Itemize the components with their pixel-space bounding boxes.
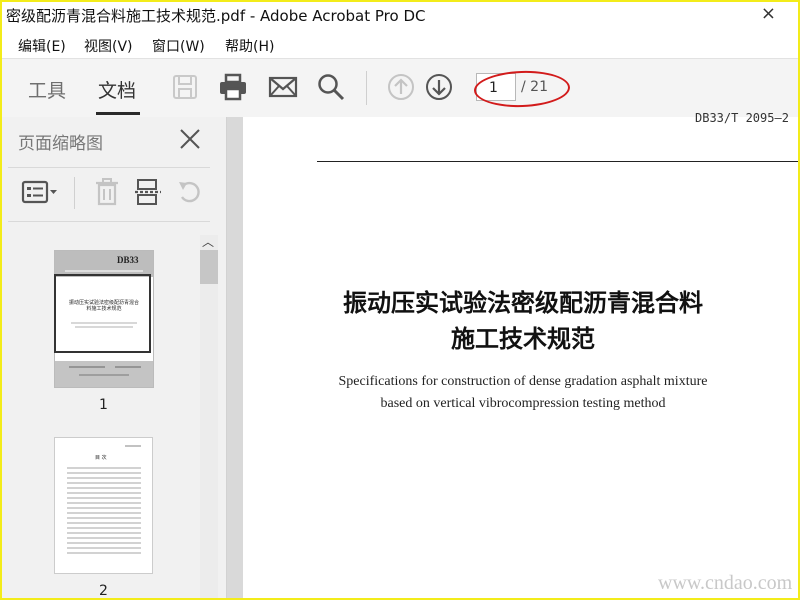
document-title-line-1: 振动压实试验法密级配沥青混合料 <box>343 289 703 317</box>
panel-separator <box>8 221 210 222</box>
thumbnail-options-icon[interactable] <box>20 177 60 207</box>
search-icon[interactable] <box>315 71 347 103</box>
active-tab-indicator <box>96 112 140 115</box>
menu-view[interactable]: 视图(V) <box>84 36 133 56</box>
scroll-up-icon[interactable]: ︿ <box>202 233 214 250</box>
window-close-button[interactable]: × <box>761 3 776 24</box>
document-subtitle-line-2: based on vertical vibrocompression testi… <box>380 396 666 411</box>
thumbnail-label-2: 2 <box>99 583 108 598</box>
document-title-line-2: 施工技术规范 <box>451 325 595 353</box>
document-view: DB33/T 2095—2 振动压实试验法密级配沥青混合料 施工技术规范 Spe… <box>227 111 798 598</box>
document-subtitle-line-1: Specifications for construction of dense… <box>338 374 708 389</box>
header-rule <box>317 161 798 162</box>
toolbar-divider <box>366 71 367 105</box>
page-layout-icon[interactable] <box>133 177 163 207</box>
thumbnail-label-1: 1 <box>99 397 108 413</box>
delete-icon[interactable] <box>92 177 122 207</box>
panel-title: 页面缩略图 <box>18 134 103 154</box>
thumbnail-scrollbar[interactable] <box>200 235 218 598</box>
main-toolbar: 工具 文档 1 / 21 <box>2 58 798 118</box>
standard-code: DB33/T 2095—2 <box>695 111 789 125</box>
print-icon[interactable] <box>217 71 249 103</box>
menu-window[interactable]: 窗口(W) <box>152 36 205 56</box>
watermark: www.cndao.com <box>658 572 793 594</box>
scrollbar-thumb[interactable] <box>200 250 218 284</box>
page-up-icon[interactable] <box>385 71 417 103</box>
panel-separator <box>8 167 210 168</box>
tab-document[interactable]: 文档 <box>98 76 136 103</box>
email-icon[interactable] <box>267 71 299 103</box>
acrobat-window: 密级配沥青混合料施工技术规范.pdf - Adobe Acrobat Pro D… <box>2 2 798 598</box>
title-bar: 密级配沥青混合料施工技术规范.pdf - Adobe Acrobat Pro D… <box>2 2 798 30</box>
menu-help[interactable]: 帮助(H) <box>225 36 274 56</box>
document-page: DB33/T 2095—2 振动压实试验法密级配沥青混合料 施工技术规范 Spe… <box>243 111 798 598</box>
window-title: 密级配沥青混合料施工技术规范.pdf - Adobe Acrobat Pro D… <box>6 7 426 25</box>
rotate-icon[interactable] <box>174 177 204 207</box>
thumbnail-list: DB33 振动压实试验法密级配沥青混合料施工技术规范 1 目 次 2 <box>2 230 198 598</box>
menu-bar: 编辑(E) 视图(V) 窗口(W) 帮助(H) <box>2 32 798 58</box>
page-down-icon[interactable] <box>423 71 455 103</box>
panel-tool-divider <box>74 177 75 209</box>
save-icon[interactable] <box>169 71 201 103</box>
menu-edit[interactable]: 编辑(E) <box>18 36 66 56</box>
thumbnails-panel: 页面缩略图 DB33 振动压实试验法密级配沥青混合料施工技术规范 1 目 次 2… <box>2 117 227 598</box>
thumbnail-header-text: DB33 <box>117 255 139 265</box>
thumbnail-page-2[interactable]: 目 次 <box>54 437 153 574</box>
close-icon[interactable] <box>178 127 202 151</box>
tab-tools[interactable]: 工具 <box>28 76 66 103</box>
thumbnail-selection-box <box>54 274 151 353</box>
